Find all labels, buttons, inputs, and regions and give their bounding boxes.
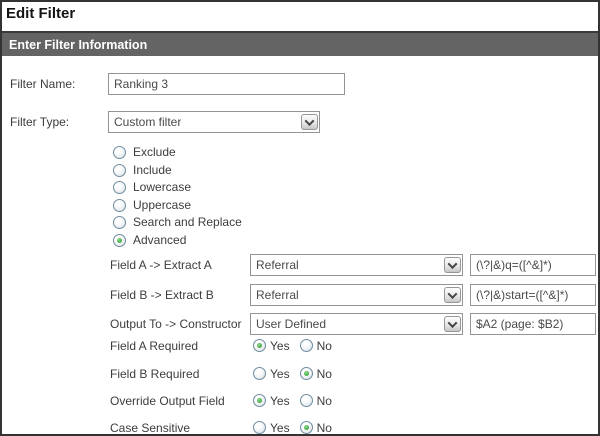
override-output-field-row: Override Output Field Yes No [110,393,332,408]
radio-option-label: Search and Replace [133,215,242,229]
page-title: Edit Filter [6,5,75,22]
no-radio-button[interactable] [300,394,313,407]
filter-name-input[interactable] [108,73,345,95]
field-a-required-row: Field A Required Yes No [110,338,332,353]
field-b-selected-value: Referral [252,288,299,302]
filter-type-select[interactable]: Custom filter [108,111,320,133]
section-header: Enter Filter Information [2,31,598,56]
radio-option-label: Lowercase [133,180,191,194]
radio-button-icon[interactable] [113,164,126,177]
field-a-selected-value: Referral [252,258,299,272]
filter-name-label: Filter Name: [10,77,108,91]
radio-option-label: Uppercase [133,198,191,212]
filter-type-label: Filter Type: [10,115,108,129]
filter-name-row: Filter Name: [10,73,345,95]
filter-type-row: Filter Type: Custom filter [10,111,320,133]
no-label: No [317,394,332,408]
case-sensitive-row: Case Sensitive Yes No [110,420,332,435]
field-b-select[interactable]: Referral [250,284,463,306]
yes-radio-button[interactable] [253,339,266,352]
yes-label: Yes [270,421,290,435]
yes-label: Yes [270,339,290,353]
chevron-down-icon[interactable] [301,114,318,130]
radio-button-icon[interactable] [113,234,126,247]
output-to-select[interactable]: User Defined [250,313,463,335]
chevron-down-icon[interactable] [444,257,461,273]
yes-radio-button[interactable] [253,367,266,380]
radio-button-icon[interactable] [113,216,126,229]
field-a-required-label: Field A Required [110,339,253,353]
section-header-label: Enter Filter Information [9,38,147,52]
chevron-down-icon[interactable] [444,316,461,332]
no-radio-button[interactable] [300,367,313,380]
output-to-constructor-label: Output To -> Constructor [110,317,250,331]
field-a-pattern-input[interactable] [470,254,596,276]
filter-type-selected-value: Custom filter [110,115,181,129]
field-a-extract-label: Field A -> Extract A [110,258,250,272]
radio-option-label: Exclude [133,145,176,159]
radio-option-include[interactable]: Include [113,163,172,177]
radio-option-search-and-replace[interactable]: Search and Replace [113,215,242,229]
yes-label: Yes [270,394,290,408]
field-b-required-row: Field B Required Yes No [110,366,332,381]
no-label: No [317,367,332,381]
field-b-pattern-input[interactable] [470,284,596,306]
radio-option-uppercase[interactable]: Uppercase [113,198,191,212]
override-output-field-label: Override Output Field [110,394,253,408]
no-label: No [317,421,332,435]
radio-button-icon[interactable] [113,199,126,212]
case-sensitive-label: Case Sensitive [110,421,253,435]
radio-option-lowercase[interactable]: Lowercase [113,180,191,194]
radio-option-label: Include [133,163,172,177]
no-radio-button[interactable] [300,339,313,352]
field-a-extract-row: Field A -> Extract A Referral [110,254,596,276]
yes-radio-button[interactable] [253,394,266,407]
field-b-extract-row: Field B -> Extract B Referral [110,284,596,306]
chevron-down-icon[interactable] [444,287,461,303]
field-b-required-label: Field B Required [110,367,253,381]
no-label: No [317,339,332,353]
field-b-extract-label: Field B -> Extract B [110,288,250,302]
radio-button-icon[interactable] [113,146,126,159]
yes-radio-button[interactable] [253,421,266,434]
output-to-constructor-row: Output To -> Constructor User Defined [110,313,596,335]
field-a-select[interactable]: Referral [250,254,463,276]
no-radio-button[interactable] [300,421,313,434]
edit-filter-page: Edit Filter Enter Filter Information Fil… [0,0,600,436]
yes-label: Yes [270,367,290,381]
radio-option-label: Advanced [133,233,186,247]
radio-button-icon[interactable] [113,181,126,194]
constructor-input[interactable] [470,313,596,335]
output-to-selected-value: User Defined [252,317,326,331]
radio-option-advanced[interactable]: Advanced [113,233,186,247]
radio-option-exclude[interactable]: Exclude [113,145,176,159]
